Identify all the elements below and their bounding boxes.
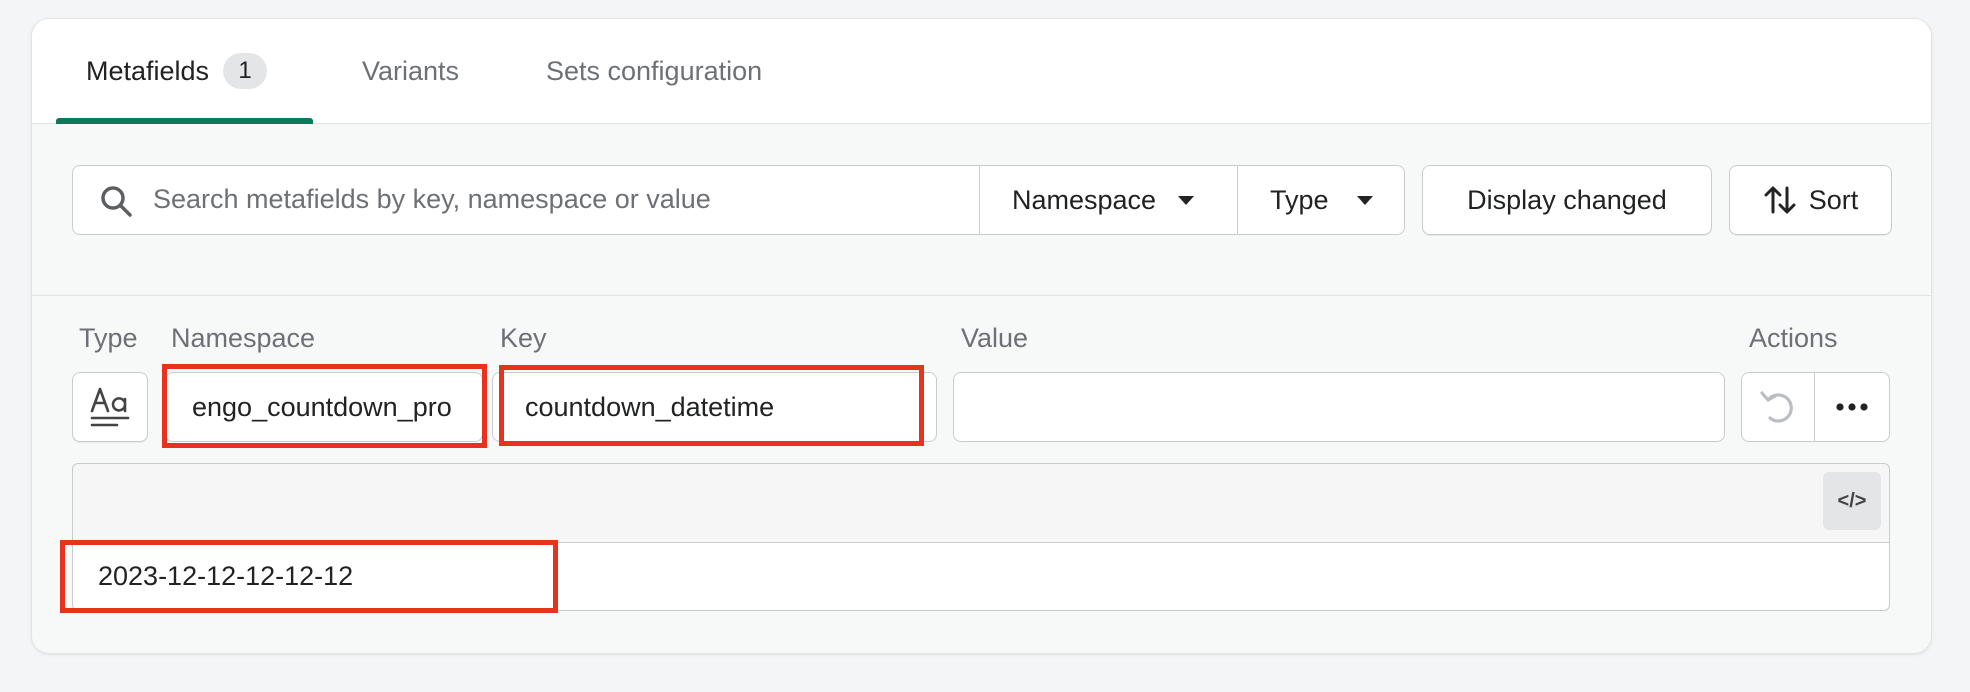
code-icon: </> xyxy=(1837,489,1867,512)
filter-toolbar: Namespace Type Display changed Sort xyxy=(32,125,1931,296)
editor-toolbar: </> xyxy=(73,464,1889,543)
active-tab-indicator xyxy=(56,118,313,124)
column-header-namespace: Namespace xyxy=(171,323,316,353)
tab-variants[interactable]: Variants xyxy=(362,19,459,123)
tab-bar: Metafields 1 Variants Sets configuration xyxy=(32,19,1931,124)
search-input[interactable] xyxy=(153,166,953,232)
editor-value-text: 2023-12-12-12-12-12 xyxy=(98,561,354,591)
tab-metafields-label: Metafields xyxy=(86,55,210,86)
editor-textarea[interactable]: 2023-12-12-12-12-12 xyxy=(73,543,1889,610)
namespace-input[interactable]: engo_countdown_pro xyxy=(165,372,483,442)
column-header-key: Key xyxy=(500,323,547,353)
key-value: countdown_datetime xyxy=(525,391,775,422)
key-input[interactable]: countdown_datetime xyxy=(492,372,937,442)
sort-label: Sort xyxy=(1808,184,1859,215)
tab-variants-label: Variants xyxy=(362,55,460,86)
tab-metafields[interactable]: Metafields 1 xyxy=(86,19,268,123)
sort-icon xyxy=(1764,186,1796,214)
display-changed-button[interactable]: Display changed xyxy=(1422,165,1712,235)
namespace-value: engo_countdown_pro xyxy=(192,391,452,422)
metafields-card: Metafields 1 Variants Sets configuration… xyxy=(31,18,1932,654)
caret-down-icon xyxy=(1356,195,1373,205)
undo-icon xyxy=(1760,391,1793,423)
metafield-type-button[interactable] xyxy=(72,372,148,442)
type-filter-label: Type xyxy=(1270,184,1329,215)
code-view-toggle[interactable]: </> xyxy=(1823,472,1881,530)
more-horizontal-icon xyxy=(1836,403,1868,411)
sort-button[interactable]: Sort xyxy=(1729,165,1892,235)
tab-sets-configuration-label: Sets configuration xyxy=(546,55,763,86)
column-header-actions: Actions xyxy=(1749,323,1838,353)
caret-down-icon xyxy=(1178,195,1195,205)
column-header-value: Value xyxy=(961,323,1029,353)
namespace-filter-label: Namespace xyxy=(1012,184,1157,215)
metafields-count-badge: 1 xyxy=(223,53,268,89)
value-editor: </> 2023-12-12-12-12-12 xyxy=(72,463,1890,611)
column-header-type: Type xyxy=(79,323,138,353)
display-changed-label: Display changed xyxy=(1467,184,1667,215)
type-filter-button[interactable]: Type xyxy=(1237,165,1405,235)
tab-sets-configuration[interactable]: Sets configuration xyxy=(546,19,762,123)
search-box xyxy=(72,165,980,235)
text-type-icon xyxy=(90,387,130,427)
value-input[interactable] xyxy=(953,372,1725,442)
namespace-filter-button[interactable]: Namespace xyxy=(979,165,1238,235)
more-actions-button[interactable] xyxy=(1814,372,1890,442)
undo-button[interactable] xyxy=(1741,372,1815,442)
search-icon xyxy=(101,186,132,217)
